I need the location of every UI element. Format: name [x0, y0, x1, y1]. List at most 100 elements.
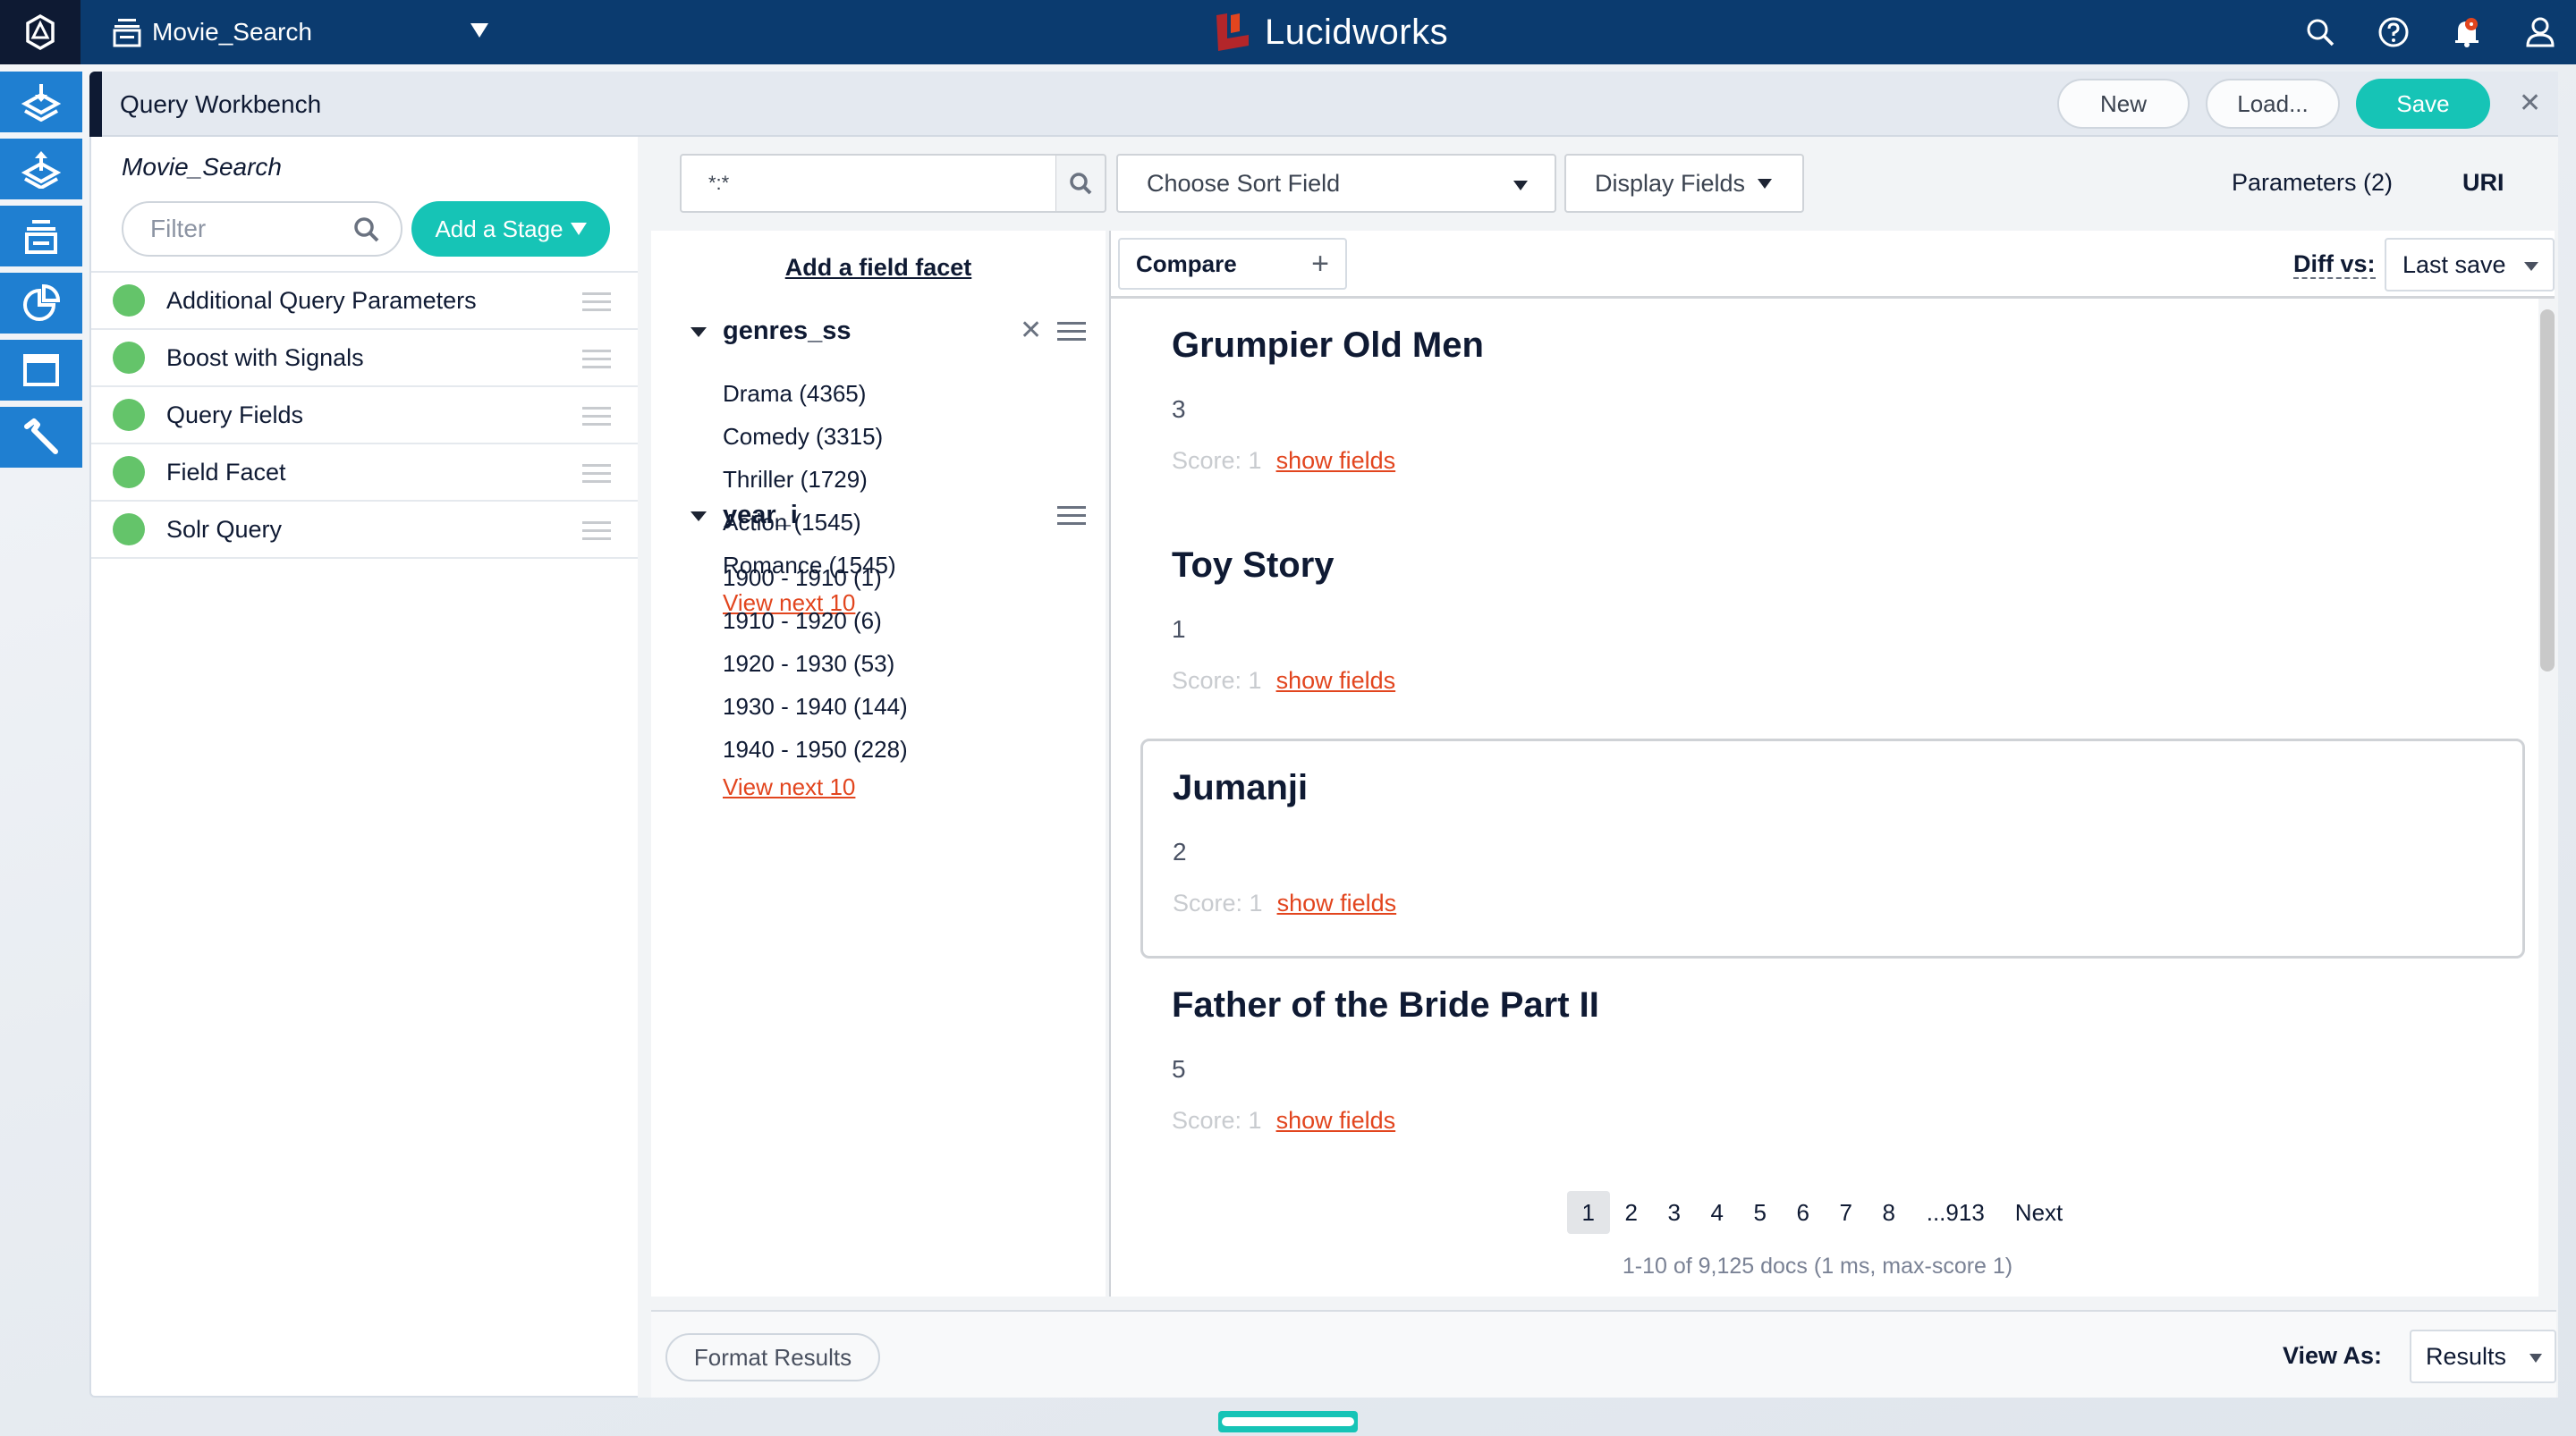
page-link[interactable]: 1 [1566, 1191, 1610, 1234]
view-next-link[interactable]: View next 10 [651, 771, 1106, 807]
query-value: *:* [708, 172, 730, 194]
nav-query[interactable] [0, 139, 82, 199]
nav-index[interactable] [0, 72, 82, 132]
drag-handle-icon[interactable] [582, 521, 611, 540]
stage-item[interactable]: Additional Query Parameters [91, 273, 638, 330]
drag-handle-icon[interactable] [582, 407, 611, 426]
drag-handle-icon[interactable] [582, 464, 611, 483]
result-item[interactable]: Grumpier Old Men 3 Score: 1 show fields [1111, 299, 2524, 519]
stage-status-dot[interactable] [113, 284, 145, 317]
stage-status-dot[interactable] [113, 513, 145, 545]
facet-group: year_i 1900 - 1910 (1) 1910 - 1920 (6) 1920… [651, 497, 1106, 807]
lucidworks-logo-icon [1216, 13, 1249, 51]
compare-button[interactable]: Compare + [1118, 238, 1347, 290]
filter-placeholder: Filter [150, 215, 207, 242]
page-link[interactable]: ...913 [1921, 1191, 1990, 1234]
display-fields-label: Display Fields [1595, 169, 1746, 197]
result-score: Score: 1 [1173, 890, 1263, 917]
facet-value[interactable]: 1900 - 1910 (1) [651, 556, 1106, 599]
facet-value[interactable]: 1940 - 1950 (228) [651, 728, 1106, 771]
drag-handle-icon[interactable] [582, 350, 611, 368]
facet-value[interactable]: Comedy (3315) [651, 415, 1106, 458]
help-icon[interactable] [2377, 16, 2410, 48]
nav-app-studio[interactable] [0, 340, 82, 401]
query-search-button[interactable] [1056, 154, 1106, 213]
collapse-caret-icon[interactable] [691, 327, 707, 337]
result-score: Score: 1 [1172, 447, 1262, 474]
notifications-icon[interactable] [2451, 16, 2483, 48]
app-dropdown-caret-icon[interactable] [470, 23, 488, 38]
next-page-link[interactable]: Next [2010, 1191, 2068, 1234]
facet-menu-icon[interactable] [1057, 322, 1086, 342]
nav-system[interactable] [0, 407, 82, 468]
facet-header[interactable]: year_i [651, 497, 1106, 536]
facet-value[interactable]: Thriller (1729) [651, 458, 1106, 501]
facet-value[interactable]: 1930 - 1940 (144) [651, 685, 1106, 728]
diff-vs-select[interactable]: Last save [2385, 238, 2555, 291]
result-item[interactable]: Father of the Bride Part II 5 Score: 1 show… [1111, 959, 2524, 1178]
page-link[interactable]: 3 [1653, 1191, 1696, 1234]
show-fields-link[interactable]: show fields [1276, 667, 1396, 694]
collapse-caret-icon[interactable] [691, 511, 707, 521]
stage-item[interactable]: Solr Query [91, 502, 638, 559]
facet-value[interactable]: 1920 - 1930 (53) [651, 642, 1106, 685]
facet-header[interactable]: genres_ss ✕ [651, 313, 1106, 352]
drag-handle-icon[interactable] [582, 292, 611, 311]
panel-resize-handle[interactable] [1218, 1411, 1358, 1432]
pipeline-name: Movie_Search [122, 153, 282, 181]
stage-status-dot[interactable] [113, 456, 145, 488]
sort-field-select[interactable]: Choose Sort Field [1116, 154, 1556, 213]
parameters-tab[interactable]: Parameters (2) [2232, 169, 2393, 197]
add-field-facet-link[interactable]: Add a field facet [651, 254, 1106, 282]
nav-collections[interactable] [0, 206, 82, 266]
close-icon[interactable]: ✕ [2519, 88, 2541, 119]
show-fields-link[interactable]: show fields [1276, 447, 1396, 474]
nav-analytics[interactable] [0, 273, 82, 334]
result-meta: Score: 1 show fields [1172, 658, 2524, 703]
app-name: Movie_Search [152, 18, 312, 46]
facet-menu-icon[interactable] [1057, 506, 1086, 526]
home-logo-button[interactable] [0, 0, 80, 64]
scrollbar-thumb[interactable] [2540, 309, 2555, 672]
remove-facet-icon[interactable]: ✕ [1020, 315, 1042, 346]
save-button[interactable]: Save [2356, 79, 2490, 129]
result-item[interactable]: Jumanji 2 Score: 1 show fields [1140, 739, 2525, 959]
uri-tab[interactable]: URI [2462, 169, 2504, 197]
search-icon[interactable] [2304, 16, 2336, 48]
new-button[interactable]: New [2057, 79, 2190, 129]
page-link[interactable]: 5 [1739, 1191, 1782, 1234]
result-id: 2 [1173, 838, 1187, 866]
result-list: Grumpier Old Men 3 Score: 1 show fields Toy … [1111, 299, 2525, 1178]
stage-item[interactable]: Boost with Signals [91, 330, 638, 387]
format-results-button[interactable]: Format Results [665, 1333, 880, 1381]
display-fields-dropdown[interactable]: Display Fields [1564, 154, 1804, 213]
view-as-select[interactable]: Results [2410, 1330, 2556, 1383]
page-link[interactable]: 8 [1868, 1191, 1911, 1234]
chevron-down-icon [570, 223, 587, 235]
stage-status-dot[interactable] [113, 342, 145, 374]
facet-values: 1900 - 1910 (1) 1910 - 1920 (6) 1920 - 193… [651, 556, 1106, 807]
stage-item[interactable]: Field Facet [91, 444, 638, 502]
user-icon[interactable] [2524, 16, 2556, 48]
stage-item[interactable]: Query Fields [91, 387, 638, 444]
stage-filter-input[interactable]: Filter [122, 201, 402, 257]
show-fields-link[interactable]: show fields [1276, 1107, 1396, 1134]
page-link[interactable]: 4 [1696, 1191, 1739, 1234]
result-item[interactable]: Toy Story 1 Score: 1 show fields [1111, 519, 2524, 739]
query-input[interactable]: *:* [680, 154, 1057, 213]
facet-value[interactable]: 1910 - 1920 (6) [651, 599, 1106, 642]
load-button[interactable]: Load... [2206, 79, 2340, 129]
page-link[interactable]: 6 [1782, 1191, 1825, 1234]
stage-status-dot[interactable] [113, 399, 145, 431]
result-meta: Score: 1 show fields [1172, 438, 2524, 483]
add-stage-button[interactable]: Add a Stage [411, 201, 610, 257]
facet-field-name: year_i [723, 501, 798, 529]
analytics-icon [23, 283, 61, 321]
results-scrollbar[interactable] [2538, 299, 2555, 1297]
facet-value[interactable]: Drama (4365) [651, 372, 1106, 415]
show-fields-link[interactable]: show fields [1277, 890, 1397, 917]
page-link[interactable]: 7 [1825, 1191, 1868, 1234]
view-as-label: View As: [2283, 1342, 2383, 1369]
app-switcher[interactable]: Movie_Search [113, 0, 312, 64]
page-link[interactable]: 2 [1610, 1191, 1653, 1234]
